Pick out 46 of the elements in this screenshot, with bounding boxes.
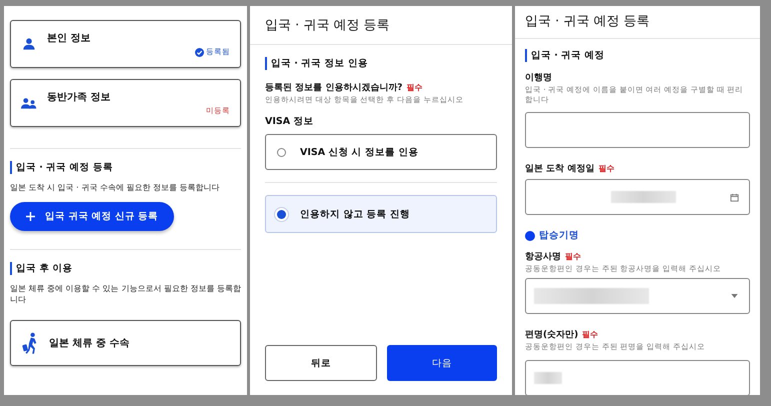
field-label: 일본 도착 예정일 <box>525 163 594 176</box>
input-field[interactable] <box>525 112 750 148</box>
option-label: 인용하지 않고 등록 진행 <box>300 208 410 221</box>
people-icon <box>21 96 37 110</box>
next-button[interactable]: 다음 <box>387 345 497 381</box>
back-button[interactable]: 뒤로 <box>265 345 377 381</box>
dot-icon <box>525 230 535 241</box>
date-field[interactable] <box>525 179 750 216</box>
required-tag: 필수 <box>582 329 598 340</box>
calendar-icon <box>730 192 739 202</box>
section-description: 일본 체류 중에 이용할 수 있는 기능으로서 필요한 정보를 등록합니다 <box>10 284 241 306</box>
section-heading: 입국 · 귀국 예정 등록 <box>10 161 241 174</box>
check-circle-icon <box>195 48 204 56</box>
option-label: VISA 신청 시 정보를 인용 <box>300 146 418 159</box>
section-description: 일본 도착 시 입국 · 귀국 수속에 필요한 정보를 등록합니다 <box>10 183 220 194</box>
question-label: 등록된 정보를 인용하시겠습니까? <box>265 82 402 94</box>
section-heading: 입국 · 귀국 예정 <box>525 49 750 62</box>
blurred-value <box>534 372 562 384</box>
page-title: 입국 · 귀국 예정 등록 <box>525 13 651 31</box>
blurred-value <box>611 191 676 204</box>
required-tag: 필수 <box>565 251 581 262</box>
traveler-icon <box>21 332 39 354</box>
plus-icon <box>26 212 35 222</box>
radio-option[interactable]: VISA 신청 시 정보를 인용 <box>265 134 497 170</box>
radio-button[interactable] <box>277 148 286 157</box>
section-heading: 입국 · 귀국 정보 인용 <box>265 57 497 70</box>
select-field[interactable] <box>525 278 750 314</box>
field-label: 항공사명 <box>525 251 561 264</box>
new-registration-button[interactable]: 입국 귀국 예정 신규 등록 <box>10 202 174 232</box>
page-title: 입국 · 귀국 예정 등록 <box>265 17 391 35</box>
card-title: 일본 체류 중 수속 <box>49 337 130 350</box>
card-title: 본인 정보 <box>47 32 90 45</box>
group-heading: 탑승기명 <box>539 229 579 242</box>
procedure-card[interactable]: 일본 체류 중 수속 <box>10 320 241 366</box>
field-label: 이행명 <box>525 72 552 84</box>
person-icon <box>21 37 37 51</box>
required-tag: 필수 <box>406 82 422 93</box>
input-field[interactable] <box>525 360 750 395</box>
dropdown-caret-icon <box>731 294 738 298</box>
radio-button[interactable] <box>277 210 286 219</box>
section-heading: 입국 후 이용 <box>10 262 241 276</box>
card-title: 동반가족 정보 <box>47 91 110 104</box>
required-tag: 필수 <box>598 163 614 174</box>
radio-option[interactable]: 인용하지 않고 등록 진행 <box>265 195 497 234</box>
group-label: VISA 정보 <box>265 115 314 128</box>
field-label: 편명(숫자만) <box>525 329 578 342</box>
